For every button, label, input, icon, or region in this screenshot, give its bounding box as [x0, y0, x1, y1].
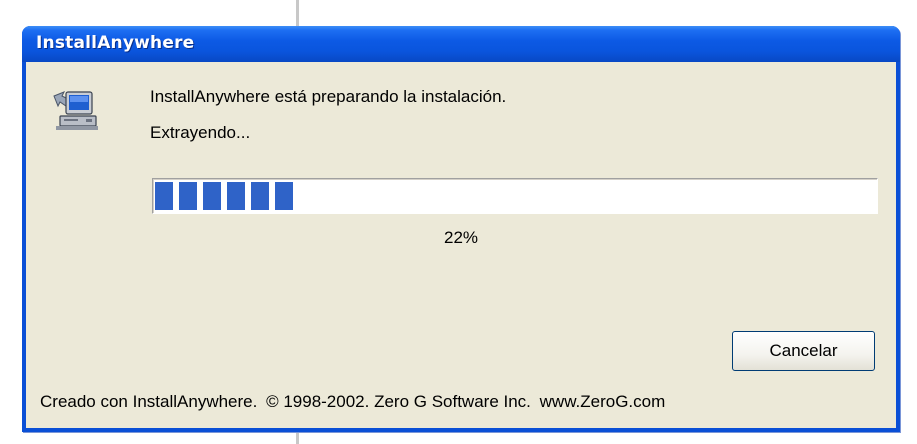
footer-copyright: © 1998-2002. Zero G Software Inc. — [266, 392, 531, 411]
progress-percent: 22% — [443, 228, 479, 247]
dialog-body: InstallAnywhere está preparando la insta… — [26, 62, 896, 428]
computer-install-icon — [50, 88, 102, 132]
status-message: InstallAnywhere está preparando la insta… — [150, 87, 507, 106]
title-bar[interactable]: InstallAnywhere — [22, 26, 900, 62]
footer-credits: Creado con InstallAnywhere. © 1998-2002.… — [40, 392, 669, 412]
window-title: InstallAnywhere — [36, 33, 195, 53]
installer-dialog: InstallAnywhere InstallAnywhere está pre… — [22, 26, 900, 432]
cancel-button[interactable]: Cancelar — [732, 331, 875, 371]
footer-url: www.ZeroG.com — [539, 392, 666, 411]
progress-fill — [155, 182, 293, 210]
progress-bar — [152, 178, 878, 214]
extracting-label: Extrayendo... — [150, 123, 251, 142]
footer-credit: Creado con InstallAnywhere. — [40, 392, 258, 411]
desktop-background: InstallAnywhere InstallAnywhere está pre… — [0, 0, 917, 444]
